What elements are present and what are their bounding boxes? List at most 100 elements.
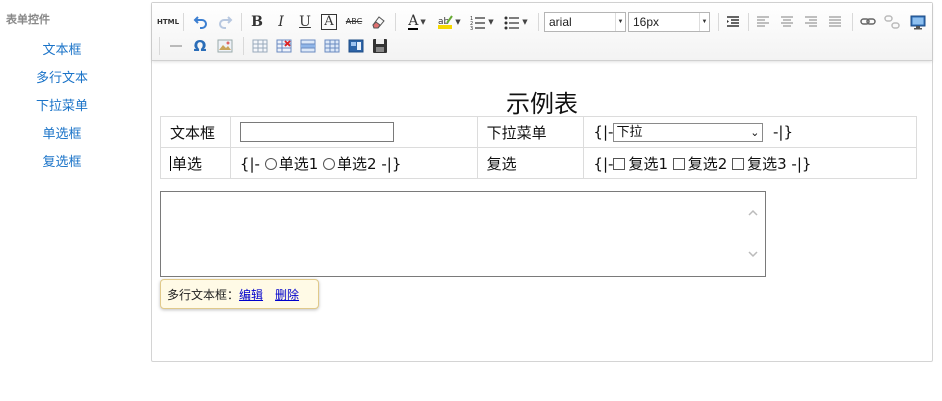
sample-dropdown[interactable]: 下拉 ⌄ xyxy=(613,122,764,142)
sidebar-item-textarea[interactable]: 多行文本 xyxy=(0,67,124,86)
checkbox-3[interactable] xyxy=(732,157,745,170)
delete-table-button[interactable] xyxy=(273,36,295,56)
unlink-icon xyxy=(884,15,900,29)
radio-button-2[interactable] xyxy=(323,157,336,170)
align-right-icon xyxy=(805,16,817,27)
table-delete-icon xyxy=(276,39,292,53)
toolbar-separator xyxy=(243,37,244,55)
chevron-down-icon: ⌄ xyxy=(750,125,760,139)
table-cell: {|- 复选1 复选2 复选3 -|} xyxy=(583,147,917,179)
chevron-down-icon: ▼ xyxy=(488,17,494,26)
editor-content[interactable]: 示例表 文本框 下拉菜单 {|-下拉⌄ -|} 单选 {|- 单选1 单选2 xyxy=(152,62,932,362)
undo-icon xyxy=(193,16,207,29)
chevron-down-icon: ▼ xyxy=(699,13,709,31)
font-border-button[interactable]: A xyxy=(320,12,338,32)
popup-label: 多行文本框： xyxy=(167,287,240,302)
table-cell: 复选 xyxy=(476,147,585,179)
scroll-up-icon[interactable] xyxy=(747,207,759,219)
align-justify-button[interactable] xyxy=(824,12,846,32)
toolbar-separator xyxy=(852,13,853,31)
text-cursor xyxy=(170,155,171,171)
insert-table-button[interactable] xyxy=(249,36,271,56)
sample-text-input[interactable] xyxy=(239,122,394,142)
font-family-select[interactable]: arial ▼ xyxy=(544,12,626,32)
highlight-color-button[interactable]: ab ▼ xyxy=(436,12,462,32)
radio-label-2: 单选2 xyxy=(337,154,377,173)
table-cell xyxy=(229,116,478,148)
font-size-select[interactable]: 16px ▼ xyxy=(628,12,710,32)
template-close-marker: -|} xyxy=(791,154,812,173)
toolbar-separator xyxy=(159,37,160,55)
image-icon xyxy=(217,39,233,53)
highlighter-icon: ab xyxy=(438,15,454,29)
radio-button-1[interactable] xyxy=(264,157,277,170)
checkbox-1[interactable] xyxy=(613,157,626,170)
align-center-button[interactable] xyxy=(776,12,798,32)
save-button[interactable] xyxy=(369,36,391,56)
template-close-marker: -|} xyxy=(381,154,402,173)
italic-button[interactable]: I xyxy=(272,12,290,32)
clear-format-button[interactable] xyxy=(368,12,388,32)
table-cell: 下拉菜单 xyxy=(476,116,585,148)
merge-cells-button[interactable] xyxy=(345,36,367,56)
sample-textarea[interactable] xyxy=(160,191,766,277)
sidebar-item-radio[interactable]: 单选框 xyxy=(0,123,124,142)
template-open-marker: {|- xyxy=(239,154,260,173)
align-justify-icon xyxy=(829,16,841,27)
sidebar-item-textbox[interactable]: 文本框 xyxy=(0,39,124,58)
template-open-marker: {|- xyxy=(593,154,614,173)
unordered-list-button[interactable]: ▼ xyxy=(502,12,530,32)
rich-text-editor: HTML B I U A ABC A ▼ ab ▼ 1 2 3 ▼ ▼ aria… xyxy=(151,2,933,362)
insert-image-button[interactable] xyxy=(214,36,236,56)
checkbox-label-3: 复选3 xyxy=(747,154,787,173)
cell-label: 复选 xyxy=(486,154,517,173)
redo-icon xyxy=(219,16,233,29)
fullscreen-button[interactable] xyxy=(907,12,929,32)
font-color-button[interactable]: A ▼ xyxy=(402,12,432,32)
table-column-icon xyxy=(324,39,340,53)
table-row: 文本框 下拉菜单 {|- 下拉 ⌄ -|} xyxy=(160,116,917,148)
chevron-down-icon: ▼ xyxy=(420,17,426,26)
underline-button[interactable]: U xyxy=(296,12,314,32)
eraser-icon xyxy=(372,16,385,29)
strikethrough-button[interactable]: ABC xyxy=(344,12,364,32)
ordered-list-icon: 123 xyxy=(470,16,486,30)
element-popup: 多行文本框： 编辑 删除 xyxy=(160,279,319,309)
insert-row-button[interactable] xyxy=(297,36,319,56)
checkbox-2[interactable] xyxy=(672,157,685,170)
table-cell: {|- 单选1 单选2 -|} xyxy=(229,147,478,179)
save-icon xyxy=(373,39,387,53)
template-open-marker: {|- xyxy=(593,122,614,141)
undo-button[interactable] xyxy=(191,12,211,32)
special-char-button[interactable]: Ω xyxy=(190,36,210,56)
align-left-button[interactable] xyxy=(752,12,774,32)
ordered-list-button[interactable]: 1 2 3 ▼ xyxy=(468,12,496,32)
chevron-down-icon: ▼ xyxy=(522,17,528,26)
popup-delete-link[interactable]: 删除 xyxy=(275,286,299,303)
monitor-icon xyxy=(910,15,926,30)
sidebar-item-dropdown[interactable]: 下拉菜单 xyxy=(0,95,124,114)
table-cell: 文本框 xyxy=(160,116,231,148)
popup-edit-link[interactable]: 编辑 xyxy=(239,286,263,303)
unlink-button[interactable] xyxy=(881,12,903,32)
bold-button[interactable]: B xyxy=(248,12,266,32)
insert-link-button[interactable] xyxy=(857,12,879,32)
align-right-button[interactable] xyxy=(800,12,822,32)
sidebar-item-checkbox[interactable]: 复选框 xyxy=(0,151,124,170)
checkbox-label-1: 复选1 xyxy=(628,154,668,173)
insert-column-button[interactable] xyxy=(321,36,343,56)
cell-label: 下拉菜单 xyxy=(486,123,547,142)
font-color-icon: A xyxy=(408,12,419,30)
redo-button[interactable] xyxy=(215,12,235,32)
merge-cells-icon xyxy=(348,39,364,53)
scroll-down-icon[interactable] xyxy=(747,248,759,260)
source-code-button[interactable]: HTML xyxy=(157,12,179,32)
toolbar-separator xyxy=(241,13,242,31)
toolbar-separator xyxy=(395,13,396,31)
chevron-down-icon: ▼ xyxy=(615,13,625,31)
horizontal-rule-icon xyxy=(170,45,182,47)
paragraph-direction-button[interactable] xyxy=(723,12,743,32)
horizontal-rule-button[interactable] xyxy=(166,36,186,56)
dropdown-value: 下拉 xyxy=(616,124,643,140)
unordered-list-icon xyxy=(504,16,520,30)
